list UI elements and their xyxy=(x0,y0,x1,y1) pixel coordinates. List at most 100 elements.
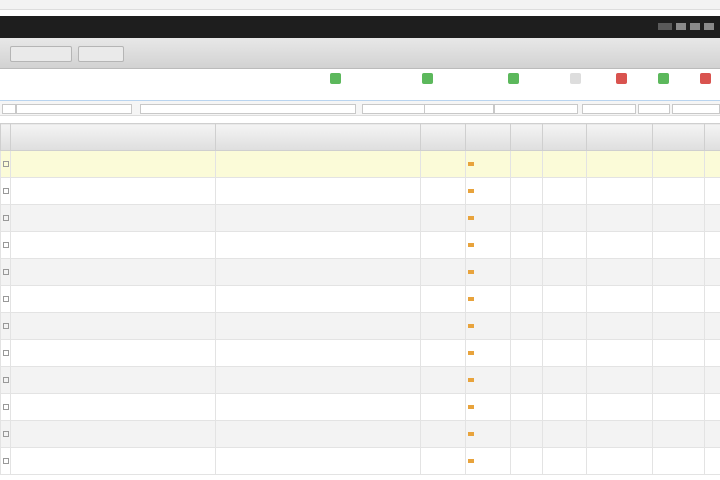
table-cell[interactable] xyxy=(215,231,421,259)
table-cell xyxy=(652,258,705,286)
table-cell[interactable] xyxy=(10,339,216,367)
column-header-1[interactable] xyxy=(0,123,11,151)
table-cell[interactable] xyxy=(215,150,421,178)
table-row[interactable] xyxy=(0,420,720,448)
table-cell xyxy=(465,420,511,448)
column-header-8[interactable] xyxy=(586,123,653,151)
row-checkbox[interactable] xyxy=(3,214,9,221)
user-icon[interactable] xyxy=(658,23,672,30)
table-cell[interactable] xyxy=(215,285,421,313)
table-cell[interactable] xyxy=(215,447,421,475)
filter-select-6[interactable] xyxy=(582,104,636,114)
filter-select-3[interactable] xyxy=(362,104,426,114)
table-cell xyxy=(652,177,705,205)
row-checkbox[interactable] xyxy=(3,295,9,302)
table-row[interactable] xyxy=(0,204,720,232)
table-cell xyxy=(420,339,466,367)
table-cell[interactable] xyxy=(10,393,216,421)
table-row[interactable] xyxy=(0,393,720,421)
table-cell xyxy=(542,339,587,367)
table-cell[interactable] xyxy=(215,339,421,367)
table-row[interactable] xyxy=(0,285,720,313)
table-cell[interactable] xyxy=(10,312,216,340)
row-checkbox[interactable] xyxy=(3,457,9,464)
table-cell xyxy=(0,285,11,313)
status-badge xyxy=(468,297,474,302)
column-header-9[interactable] xyxy=(652,123,705,151)
table-row[interactable] xyxy=(0,366,720,394)
table-cell[interactable] xyxy=(215,312,421,340)
table-cell[interactable] xyxy=(215,204,421,232)
table-cell[interactable] xyxy=(215,366,421,394)
column-header-3[interactable] xyxy=(215,123,421,151)
table-row[interactable] xyxy=(0,150,720,178)
table-cell[interactable] xyxy=(10,177,216,205)
row-checkbox[interactable] xyxy=(3,430,9,437)
filter-select-5[interactable] xyxy=(494,104,578,114)
table-cell[interactable] xyxy=(10,204,216,232)
table-cell xyxy=(465,231,511,259)
table-cell xyxy=(652,339,705,367)
table-cell xyxy=(510,312,543,340)
table-cell[interactable] xyxy=(10,447,216,475)
table-row[interactable] xyxy=(0,339,720,367)
filter-input[interactable] xyxy=(638,104,670,114)
row-checkbox[interactable] xyxy=(3,268,9,275)
status-badge xyxy=(468,378,474,383)
row-checkbox[interactable] xyxy=(3,403,9,410)
toolbar-button-3[interactable] xyxy=(484,72,542,98)
toolbar-button-1[interactable] xyxy=(306,72,364,98)
row-checkbox[interactable] xyxy=(3,322,9,329)
table-cell xyxy=(420,177,466,205)
column-header-7[interactable] xyxy=(542,123,587,151)
status-badge xyxy=(468,351,474,356)
row-checkbox[interactable] xyxy=(3,187,9,194)
column-header-4[interactable] xyxy=(420,123,466,151)
row-checkbox[interactable] xyxy=(3,160,9,167)
toolbar-button-2[interactable] xyxy=(398,72,456,98)
table-cell[interactable] xyxy=(10,150,216,178)
filter-select-2[interactable] xyxy=(140,104,356,114)
logout-icon[interactable] xyxy=(704,23,714,30)
table-cell[interactable] xyxy=(215,177,421,205)
browser-address-bar[interactable] xyxy=(0,0,720,10)
table-cell xyxy=(652,285,705,313)
toolbar-button-7[interactable] xyxy=(676,72,720,98)
table-cell[interactable] xyxy=(10,231,216,259)
column-header-10[interactable] xyxy=(704,123,720,151)
column-header-6[interactable] xyxy=(510,123,543,151)
filter-select-4[interactable] xyxy=(424,104,494,114)
table-cell[interactable] xyxy=(10,366,216,394)
table-row[interactable] xyxy=(0,177,720,205)
row-checkbox[interactable] xyxy=(3,349,9,356)
table-cell xyxy=(704,339,720,367)
nav-button-2[interactable] xyxy=(78,46,124,62)
filter-select-1[interactable] xyxy=(16,104,132,114)
table-row[interactable] xyxy=(0,231,720,259)
column-header-2[interactable] xyxy=(10,123,216,151)
filter-select-0[interactable] xyxy=(2,104,16,114)
row-checkbox[interactable] xyxy=(3,376,9,383)
help-icon[interactable] xyxy=(690,23,700,30)
row-checkbox[interactable] xyxy=(3,241,9,248)
nav-button-1[interactable] xyxy=(10,46,72,62)
table-cell[interactable] xyxy=(215,258,421,286)
table-row[interactable] xyxy=(0,447,720,475)
table-cell xyxy=(704,393,720,421)
table-cell xyxy=(420,447,466,475)
column-header-5[interactable] xyxy=(465,123,511,151)
table-row[interactable] xyxy=(0,258,720,286)
table-cell[interactable] xyxy=(10,420,216,448)
table-cell[interactable] xyxy=(10,258,216,286)
table-cell xyxy=(586,285,653,313)
table-cell[interactable] xyxy=(10,285,216,313)
table-cell[interactable] xyxy=(215,420,421,448)
filter-apply-button[interactable] xyxy=(672,104,720,114)
table-cell xyxy=(542,204,587,232)
table-cell xyxy=(465,150,511,178)
table-row[interactable] xyxy=(0,312,720,340)
table-cell xyxy=(586,258,653,286)
status-badge xyxy=(468,162,474,167)
table-cell[interactable] xyxy=(215,393,421,421)
settings-icon[interactable] xyxy=(676,23,686,30)
